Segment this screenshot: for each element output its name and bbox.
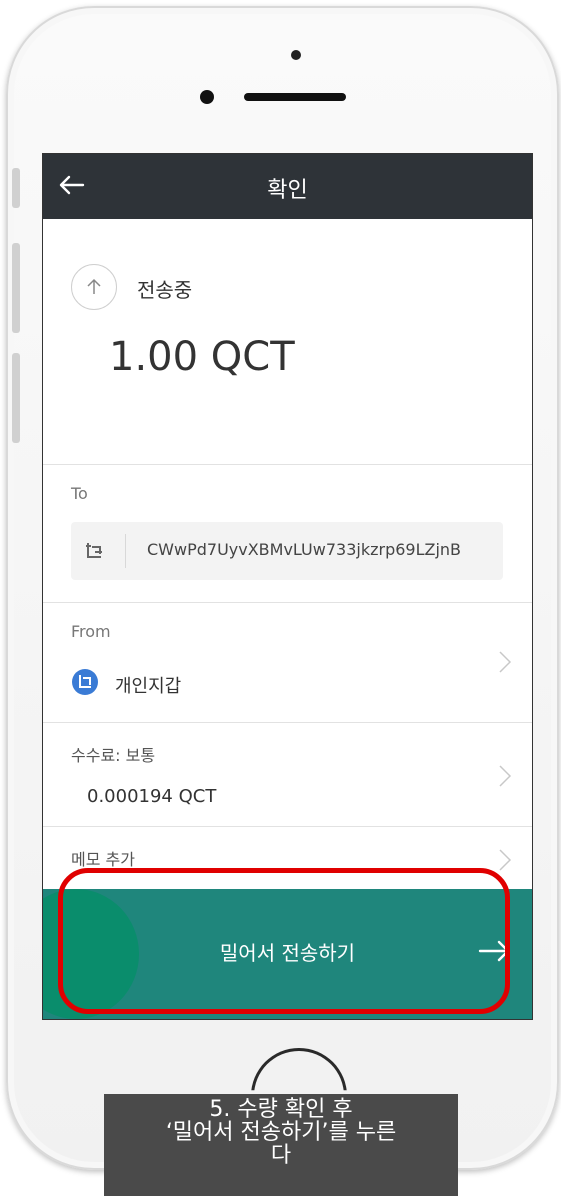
memo-label[interactable]: 메모 추가 xyxy=(71,846,135,870)
wallet-badge-icon xyxy=(72,669,98,695)
fee-value: 0.000194 QCT xyxy=(87,786,217,807)
earpiece-speaker xyxy=(244,93,346,101)
chevron-right-icon[interactable] xyxy=(498,650,512,674)
sensor-dot xyxy=(291,50,301,60)
caption-line: ‘밀어서 전송하기’를 누른 xyxy=(165,1120,397,1146)
top-bar: 확인 xyxy=(43,154,532,219)
wallet-address-icon xyxy=(86,543,102,558)
recipient-address-box: CWwPd7UyvXBMvLUw733jkzrp69LZjnB xyxy=(71,522,503,580)
divider xyxy=(43,602,532,603)
volume-down-button xyxy=(12,353,20,443)
from-label: From xyxy=(71,622,111,641)
to-label: To xyxy=(71,484,88,503)
page-title: 확인 xyxy=(267,178,308,203)
divider xyxy=(43,722,532,723)
instruction-caption: 5. 수량 확인 후 ‘밀어서 전송하기’를 누른 다 xyxy=(104,1094,458,1196)
caption-line: 다 xyxy=(270,1143,292,1169)
chevron-right-icon[interactable] xyxy=(498,764,512,788)
volume-up-button xyxy=(12,243,20,333)
front-camera xyxy=(200,90,214,104)
recipient-address: CWwPd7UyvXBMvLUw733jkzrp69LZjnB xyxy=(147,540,462,559)
address-separator xyxy=(125,534,126,568)
fee-label: 수수료: 보통 xyxy=(71,746,156,765)
divider xyxy=(43,826,532,827)
mute-switch xyxy=(12,168,20,208)
highlight-frame xyxy=(58,868,510,1014)
chevron-right-icon[interactable] xyxy=(498,848,512,872)
arrow-up-circle-icon xyxy=(71,264,117,310)
caption-line: 5. 수량 확인 후 xyxy=(209,1097,353,1122)
amount-value: 1.00 QCT xyxy=(109,334,295,380)
status-label: 전송중 xyxy=(137,278,193,302)
divider xyxy=(43,464,532,465)
wallet-name: 개인지갑 xyxy=(115,676,182,697)
